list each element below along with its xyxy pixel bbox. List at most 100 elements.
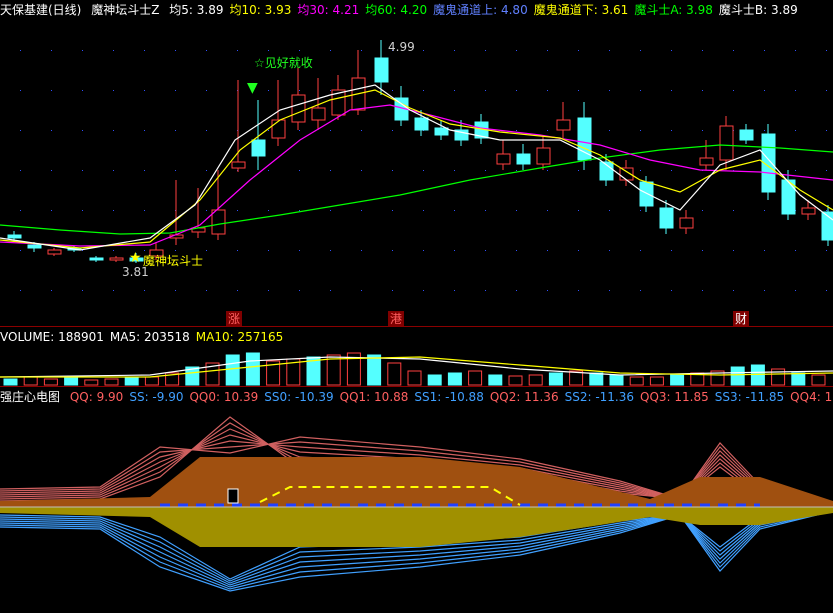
event-tag-zhang[interactable]: 涨	[226, 311, 243, 327]
take-profit-label: ☆见好就收	[254, 56, 313, 70]
grid-dot	[330, 210, 331, 211]
candle-body	[374, 57, 389, 83]
volume-bar	[23, 376, 38, 386]
candle-body	[211, 209, 226, 235]
candle-body	[231, 161, 246, 169]
candle-body	[679, 217, 694, 229]
grid-dot	[206, 290, 207, 291]
volume-bar	[670, 374, 685, 386]
ma5-line	[0, 84, 833, 251]
candlestick-chart[interactable]	[0, 20, 833, 327]
candle-body	[739, 129, 754, 141]
grid-dot	[361, 130, 362, 131]
grid-dot	[671, 50, 672, 51]
grid-dot	[516, 210, 517, 211]
volume-bar	[548, 372, 563, 386]
volume-header: VOLUME: 188901 MA5: 203518 MA10: 257165	[0, 327, 833, 347]
grid-dot	[113, 250, 114, 251]
candle-body	[556, 119, 571, 131]
down-arrow-icon: ▼	[247, 80, 258, 96]
volume-bar	[649, 376, 664, 386]
grid-dot	[392, 130, 393, 131]
grid-dot	[516, 50, 517, 51]
grid-dot	[392, 210, 393, 211]
grid-dot	[175, 130, 176, 131]
grid-dot	[578, 50, 579, 51]
candle-body	[7, 234, 22, 239]
grid-dot	[764, 210, 765, 211]
grid-dot	[733, 250, 734, 251]
grid-dot	[423, 90, 424, 91]
indicator-value-6: 魔斗士A: 3.98	[634, 3, 713, 17]
grid-dot	[51, 50, 52, 51]
grid-dot	[237, 210, 238, 211]
grid-dot	[423, 50, 424, 51]
oscillator-value-3: SS0: -10.39	[264, 390, 334, 404]
volume-bar	[629, 376, 644, 386]
grid-dot	[547, 170, 548, 171]
grid-dot	[795, 170, 796, 171]
grid-dot	[578, 290, 579, 291]
volume-bar	[589, 372, 604, 386]
grid-dot	[578, 90, 579, 91]
grid-dot	[330, 290, 331, 291]
volume-chart[interactable]	[0, 347, 833, 386]
grid-dot	[299, 50, 300, 51]
oscillator-value-4: QQ1: 10.88	[339, 390, 409, 404]
grid-dot	[454, 290, 455, 291]
oscillator-title[interactable]: 强庄心电图	[0, 390, 60, 404]
indicator-value-2: 均30: 4.21	[297, 3, 360, 17]
volume-value-2: MA10: 257165	[195, 330, 284, 344]
grid-dot	[144, 250, 145, 251]
grid-dot	[206, 50, 207, 51]
oscillator-value-8: QQ3: 11.85	[640, 390, 709, 404]
grid-dot	[609, 210, 610, 211]
grid-dot	[361, 210, 362, 211]
grid-dot	[516, 170, 517, 171]
grid-dot	[702, 290, 703, 291]
grid-dot	[330, 130, 331, 131]
grid-dot	[330, 170, 331, 171]
grid-dot	[361, 250, 362, 251]
signal-star-icon: ★	[129, 250, 142, 266]
grid-dot	[547, 50, 548, 51]
volume-bar	[811, 374, 826, 386]
grid-dot	[764, 290, 765, 291]
grid-dot	[20, 290, 21, 291]
oscillator-value-7: SS2: -11.36	[564, 390, 634, 404]
grid-dot	[82, 290, 83, 291]
main-chart-header: 天保基建(日线) 魔神坛斗士Z 均5: 3.89 均10: 3.93 均30: 4.…	[0, 0, 833, 20]
indicator-value-5: 魔鬼通道下: 3.61	[533, 3, 629, 17]
volume-bar	[43, 378, 58, 386]
grid-dot	[20, 250, 21, 251]
candle-body	[251, 139, 266, 157]
volume-bar	[245, 352, 260, 386]
grid-dot	[206, 90, 207, 91]
oscillator-value-5: SS1: -10.88	[414, 390, 484, 404]
grid-dot	[268, 130, 269, 131]
grid-dot	[206, 210, 207, 211]
candle-body	[699, 157, 714, 166]
grid-dot	[113, 170, 114, 171]
grid-dot	[733, 50, 734, 51]
indicator-title[interactable]: 魔神坛斗士Z	[91, 3, 159, 17]
oscillator-chart[interactable]	[0, 407, 833, 613]
grid-dot	[51, 170, 52, 171]
grid-dot	[640, 210, 641, 211]
grid-dot	[764, 250, 765, 251]
grid-dot	[144, 90, 145, 91]
grid-dot	[51, 90, 52, 91]
grid-dot	[206, 170, 207, 171]
grid-dot	[671, 170, 672, 171]
grid-dot	[299, 130, 300, 131]
grid-dot	[795, 50, 796, 51]
event-tag-gang[interactable]: 港	[388, 311, 405, 327]
stock-title[interactable]: 天保基建(日线)	[0, 3, 81, 17]
candle-body	[496, 153, 511, 165]
grid-dot	[702, 130, 703, 131]
grid-dot	[826, 250, 827, 251]
grid-dot	[578, 170, 579, 171]
volume-bar	[225, 354, 240, 386]
grid-dot	[144, 290, 145, 291]
event-tag-cai[interactable]: 财	[733, 311, 750, 327]
